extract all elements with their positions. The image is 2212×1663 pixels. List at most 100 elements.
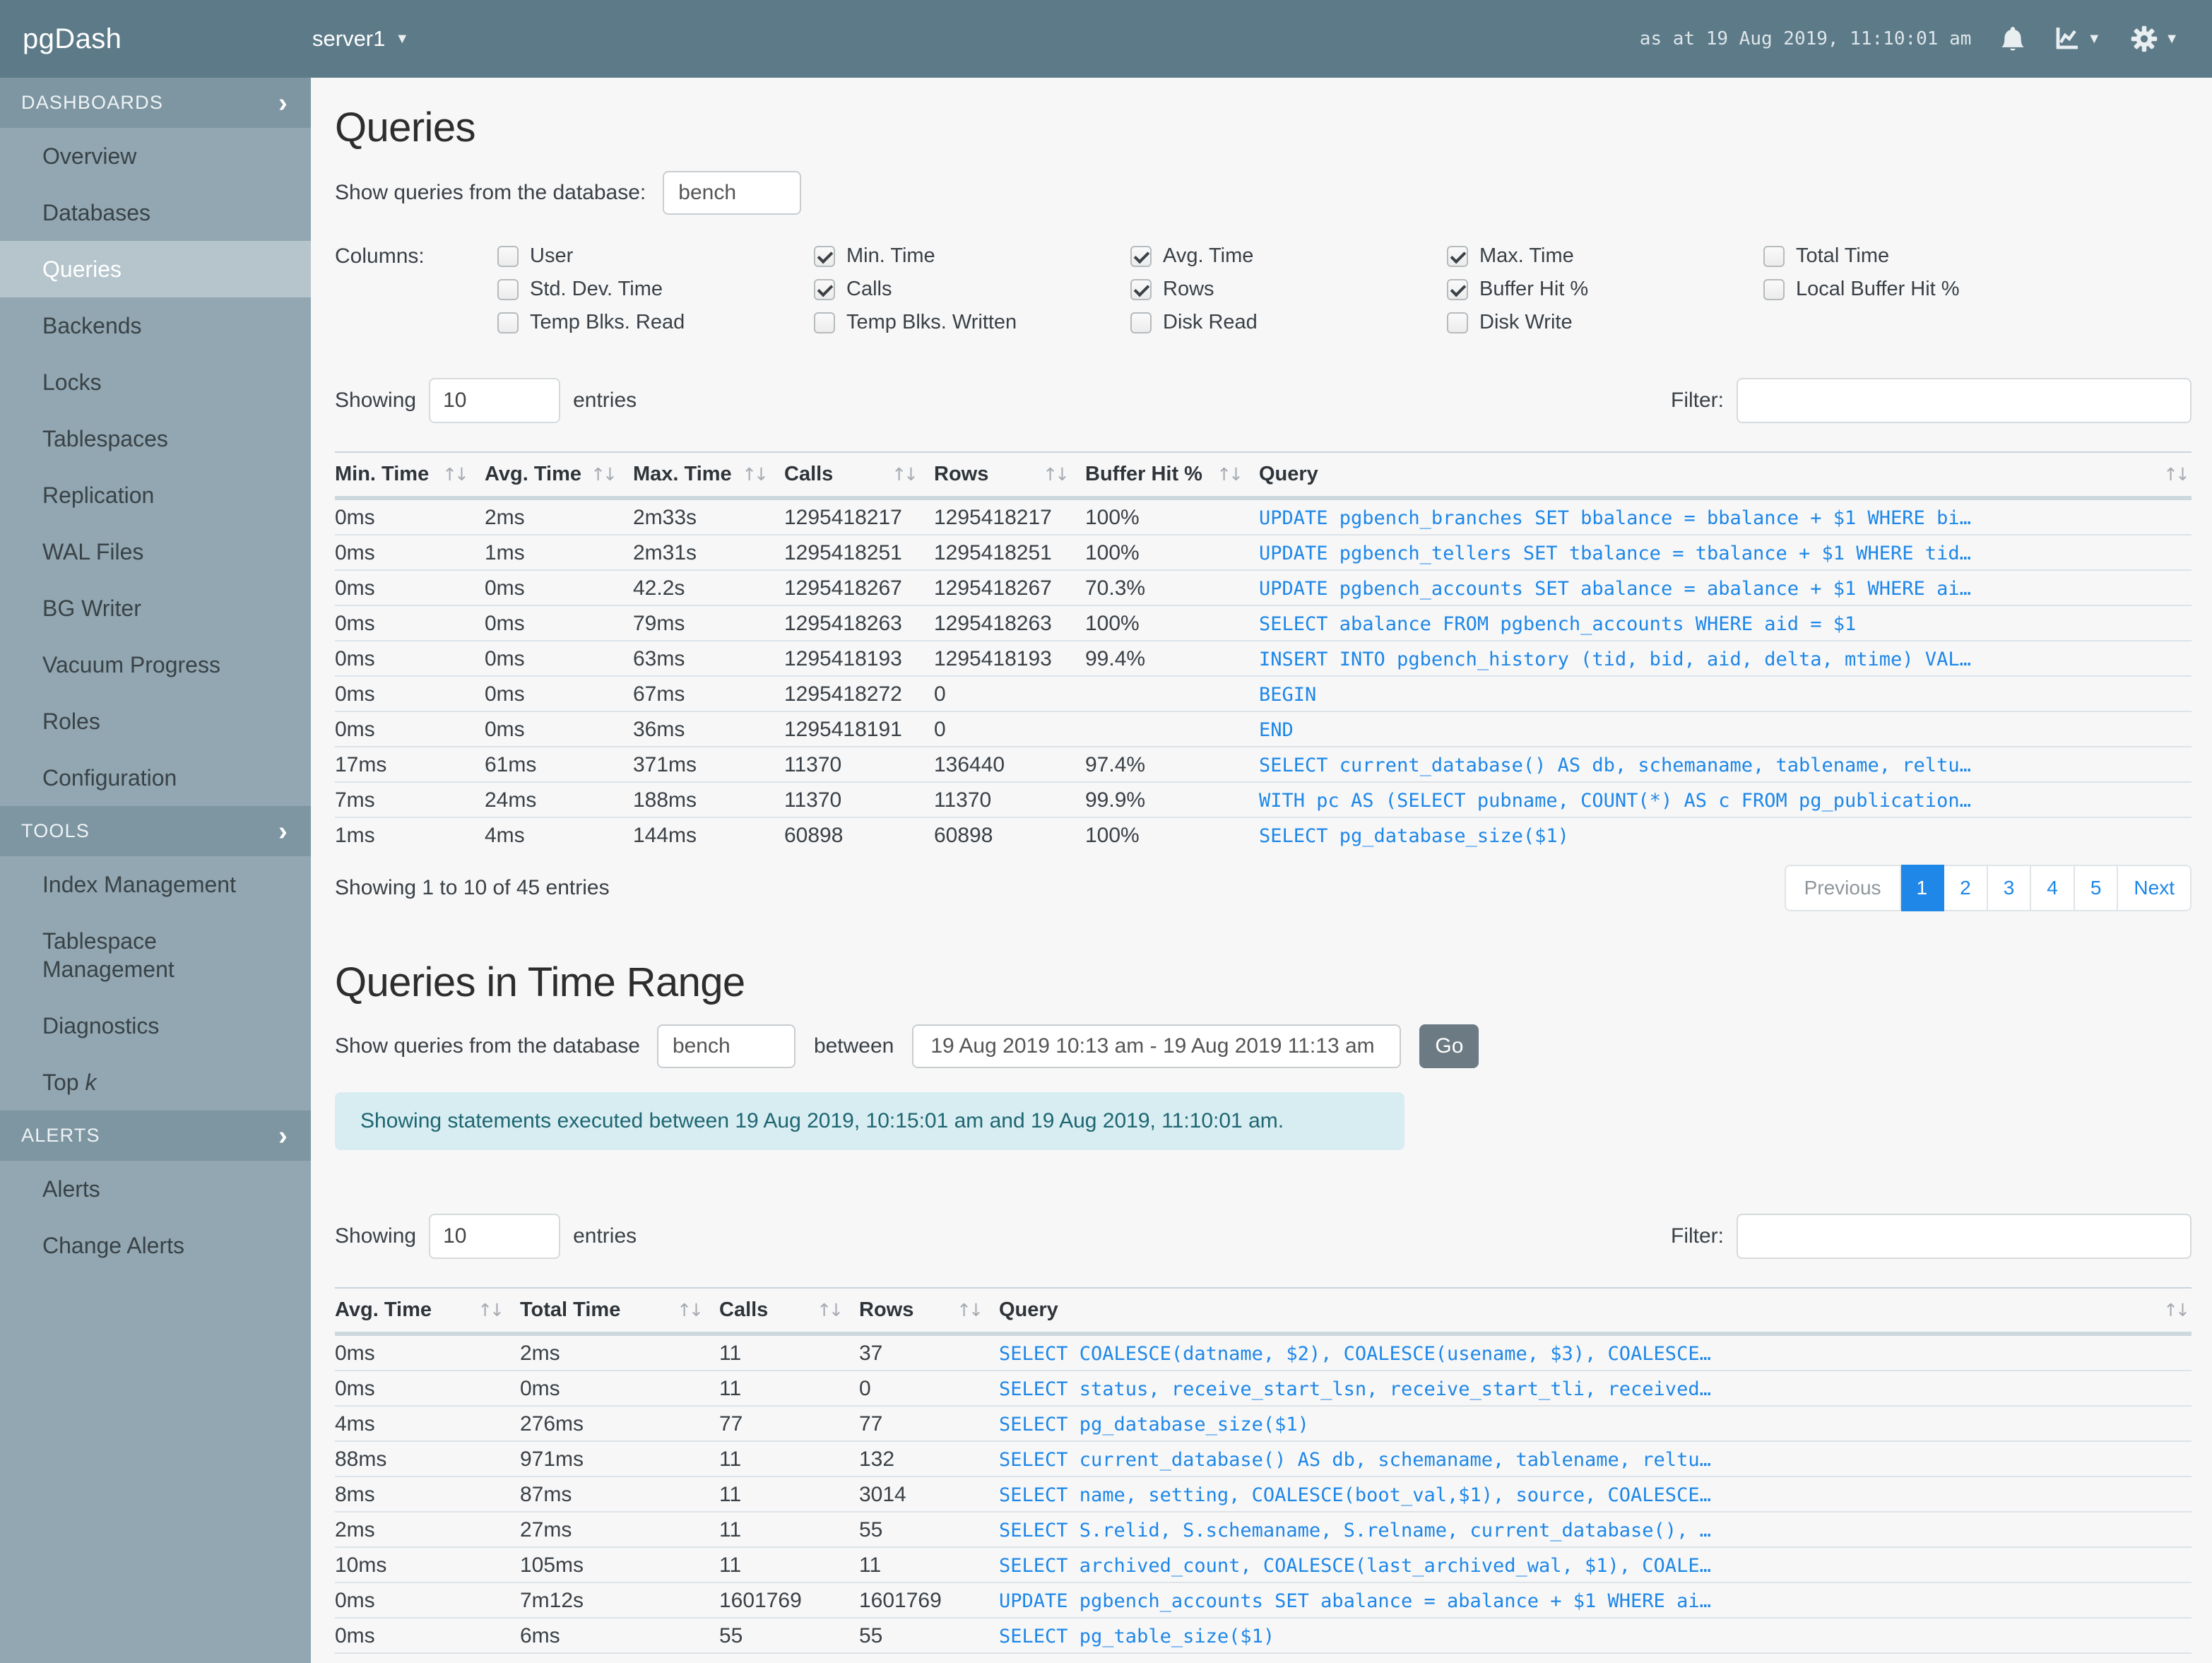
query-link[interactable]: UPDATE pgbench_accounts SET abalance = a… bbox=[1259, 578, 1971, 600]
checkbox-checked-icon[interactable] bbox=[1130, 278, 1152, 300]
notifications-bell-icon[interactable] bbox=[2001, 25, 2025, 52]
column-checkbox[interactable]: Disk Write bbox=[1447, 311, 1763, 334]
query-link[interactable]: SELECT current_database() AS db, scheman… bbox=[999, 1449, 1711, 1471]
sidebar-item-top-k[interactable]: Top k bbox=[0, 1054, 311, 1111]
checkbox-unchecked-icon[interactable] bbox=[497, 245, 519, 267]
query-link[interactable]: SELECT archived_count, COALESCE(last_arc… bbox=[999, 1555, 1711, 1577]
col-header-min-time[interactable]: Min. Time ↑↓ bbox=[335, 451, 485, 500]
pagination-page-1[interactable]: 1 bbox=[1900, 865, 1945, 911]
sidebar-item-locks[interactable]: Locks bbox=[0, 354, 311, 410]
col-header-calls[interactable]: Calls ↑↓ bbox=[784, 451, 934, 500]
col-header-query[interactable]: Query ↑↓ bbox=[1259, 451, 2192, 500]
sidebar-section-tools[interactable]: TOOLS › bbox=[0, 806, 311, 856]
query-link[interactable]: BEGIN bbox=[1259, 684, 1316, 706]
sidebar-item-replication[interactable]: Replication bbox=[0, 467, 311, 523]
query-link[interactable]: UPDATE pgbench_accounts SET abalance = a… bbox=[999, 1590, 1711, 1612]
col-header-rows[interactable]: Rows ↑↓ bbox=[859, 1287, 999, 1336]
sidebar-item-vacuum-progress[interactable]: Vacuum Progress bbox=[0, 637, 311, 693]
sidebar-item-overview[interactable]: Overview bbox=[0, 128, 311, 184]
checkbox-unchecked-icon[interactable] bbox=[814, 312, 835, 333]
col-header-avg-time[interactable]: Avg. Time ↑↓ bbox=[335, 1287, 520, 1336]
sidebar-item-configuration[interactable]: Configuration bbox=[0, 750, 311, 806]
sidebar-item-queries[interactable]: Queries bbox=[0, 241, 311, 297]
filter-input[interactable] bbox=[1737, 1214, 2192, 1259]
pagination-page-4[interactable]: 4 bbox=[2031, 865, 2075, 911]
sidebar-item-wal-files[interactable]: WAL Files bbox=[0, 523, 311, 580]
query-link[interactable]: SELECT pg_database_size($1) bbox=[1259, 825, 1569, 847]
column-checkbox[interactable]: Local Buffer Hit % bbox=[1763, 278, 2080, 301]
checkbox-unchecked-icon[interactable] bbox=[1130, 312, 1152, 333]
query-link[interactable]: END bbox=[1259, 719, 1294, 741]
query-link[interactable]: UPDATE pgbench_branches SET bbalance = b… bbox=[1259, 507, 1971, 529]
col-header-query[interactable]: Query ↑↓ bbox=[999, 1287, 2192, 1336]
checkbox-unchecked-icon[interactable] bbox=[1763, 245, 1785, 267]
pagination-page-3[interactable]: 3 bbox=[1987, 865, 2032, 911]
settings-gear-menu[interactable]: ▼ bbox=[2131, 25, 2179, 52]
column-checkbox[interactable]: Temp Blks. Read bbox=[497, 311, 814, 334]
checkbox-unchecked-icon[interactable] bbox=[497, 278, 519, 300]
database-select[interactable]: bench bbox=[663, 171, 802, 215]
pagination-previous[interactable]: Previous bbox=[1784, 865, 1901, 911]
checkbox-checked-icon[interactable] bbox=[814, 278, 835, 300]
sidebar-section-dashboards[interactable]: DASHBOARDS › bbox=[0, 78, 311, 128]
sidebar-item-backends[interactable]: Backends bbox=[0, 297, 311, 354]
query-link[interactable]: SELECT pg_database_size($1) bbox=[999, 1414, 1309, 1436]
column-checkbox[interactable]: Min. Time bbox=[814, 244, 1130, 268]
sidebar-item-diagnostics[interactable]: Diagnostics bbox=[0, 998, 311, 1054]
pagination-next[interactable]: Next bbox=[2118, 865, 2192, 911]
checkbox-checked-icon[interactable] bbox=[814, 245, 835, 267]
app-logo[interactable]: pgDash bbox=[0, 23, 312, 55]
col-header-total-time[interactable]: Total Time ↑↓ bbox=[520, 1287, 719, 1336]
query-link[interactable]: UPDATE pgbench_tellers SET tbalance = tb… bbox=[1259, 543, 1971, 564]
column-checkbox[interactable]: Temp Blks. Written bbox=[814, 311, 1130, 334]
sidebar-item-index-management[interactable]: Index Management bbox=[0, 856, 311, 913]
sidebar-item-alerts[interactable]: Alerts bbox=[0, 1161, 311, 1217]
filter-input[interactable] bbox=[1737, 378, 2192, 423]
col-header-calls[interactable]: Calls ↑↓ bbox=[719, 1287, 859, 1336]
checkbox-unchecked-icon[interactable] bbox=[1763, 278, 1785, 300]
entries-count-input[interactable] bbox=[429, 1214, 561, 1259]
column-checkbox[interactable]: Max. Time bbox=[1447, 244, 1763, 268]
col-header-rows[interactable]: Rows ↑↓ bbox=[934, 451, 1085, 500]
column-checkbox[interactable]: Rows bbox=[1130, 278, 1447, 301]
column-checkbox[interactable]: Disk Read bbox=[1130, 311, 1447, 334]
sidebar-item-bg-writer[interactable]: BG Writer bbox=[0, 580, 311, 637]
checkbox-unchecked-icon[interactable] bbox=[497, 312, 519, 333]
sidebar-item-databases[interactable]: Databases bbox=[0, 184, 311, 241]
go-button[interactable]: Go bbox=[1419, 1024, 1479, 1068]
column-checkbox[interactable]: Buffer Hit % bbox=[1447, 278, 1763, 301]
sidebar-item-change-alerts[interactable]: Change Alerts bbox=[0, 1217, 311, 1274]
entries-count-input[interactable] bbox=[429, 378, 561, 423]
query-link[interactable]: SELECT current_database() AS db, scheman… bbox=[1259, 754, 1971, 776]
sidebar-item-roles[interactable]: Roles bbox=[0, 693, 311, 750]
column-checkbox[interactable]: Std. Dev. Time bbox=[497, 278, 814, 301]
query-link[interactable]: SELECT S.relid, S.schemaname, S.relname,… bbox=[999, 1520, 1711, 1541]
sidebar-section-alerts[interactable]: ALERTS › bbox=[0, 1111, 311, 1161]
sidebar-item-tablespace-management[interactable]: Tablespace Management bbox=[0, 913, 311, 998]
checkbox-checked-icon[interactable] bbox=[1130, 245, 1152, 267]
query-link[interactable]: SELECT name, setting, COALESCE(boot_val,… bbox=[999, 1484, 1711, 1506]
pagination-page-2[interactable]: 2 bbox=[1944, 865, 1988, 911]
charts-menu[interactable]: ▼ bbox=[2054, 26, 2101, 52]
query-link[interactable]: SELECT COALESCE(datname, $2), COALESCE(u… bbox=[999, 1343, 1711, 1365]
checkbox-checked-icon[interactable] bbox=[1447, 245, 1468, 267]
checkbox-unchecked-icon[interactable] bbox=[1447, 312, 1468, 333]
pagination-page-5[interactable]: 5 bbox=[2074, 865, 2119, 911]
column-checkbox[interactable]: Total Time bbox=[1763, 244, 2080, 268]
checkbox-checked-icon[interactable] bbox=[1447, 278, 1468, 300]
query-link[interactable]: SELECT status, receive_start_lsn, receiv… bbox=[999, 1378, 1711, 1400]
query-link[interactable]: SELECT pg_table_size($1) bbox=[999, 1626, 1274, 1647]
time-range-database-select[interactable]: bench bbox=[656, 1024, 796, 1068]
column-checkbox[interactable]: Avg. Time bbox=[1130, 244, 1447, 268]
col-header-max-time[interactable]: Max. Time ↑↓ bbox=[633, 451, 784, 500]
col-header-buffer-hit[interactable]: Buffer Hit % ↑↓ bbox=[1085, 451, 1259, 500]
sidebar-item-tablespaces[interactable]: Tablespaces bbox=[0, 410, 311, 467]
query-link[interactable]: WITH pc AS (SELECT pubname, COUNT(*) AS … bbox=[1259, 790, 1971, 812]
query-link[interactable]: INSERT INTO pgbench_history (tid, bid, a… bbox=[1259, 649, 1971, 670]
col-header-avg-time[interactable]: Avg. Time ↑↓ bbox=[485, 451, 633, 500]
column-checkbox[interactable]: User bbox=[497, 244, 814, 268]
date-range-input[interactable]: 19 Aug 2019 10:13 am - 19 Aug 2019 11:13… bbox=[912, 1024, 1402, 1068]
column-checkbox[interactable]: Calls bbox=[814, 278, 1130, 301]
query-link[interactable]: SELECT abalance FROM pgbench_accounts WH… bbox=[1259, 613, 1856, 635]
server-dropdown[interactable]: server1 ▼ bbox=[312, 26, 409, 52]
